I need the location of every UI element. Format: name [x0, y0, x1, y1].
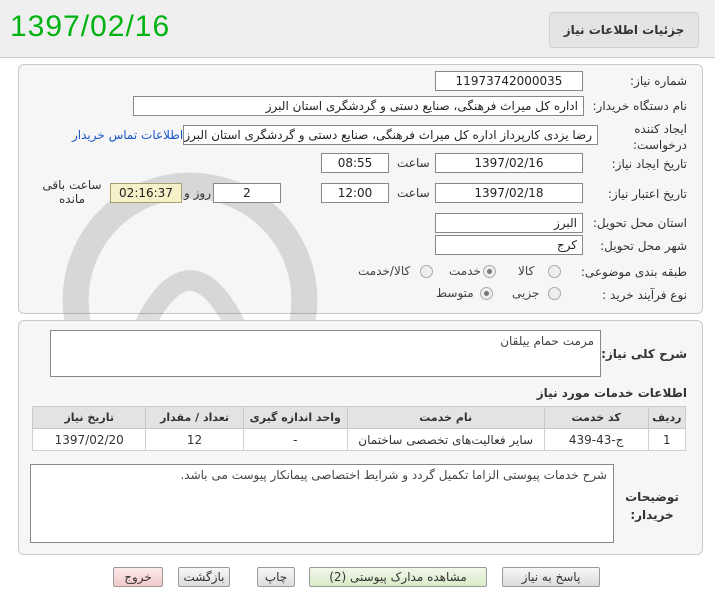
page-header: 1397/02/16 جزئیات اطلاعات نیاز [0, 0, 715, 58]
created-date-field: 1397/02/16 [435, 153, 583, 173]
creator-field: رضا یزدی کارپرداز اداره کل میراث فرهنگی،… [183, 125, 598, 145]
date-stamp: 1397/02/16 [10, 10, 171, 43]
validity-time-label: ساعت [397, 186, 430, 200]
row-qty: 12 [145, 428, 244, 451]
table-header-row: ردیف کد خدمت نام خدمت واحد اندازه گیری ت… [31, 406, 687, 429]
row-code: ج-43-439 [543, 428, 649, 451]
summary-field: مرمت حمام ییلقان [50, 330, 601, 377]
col-date: تاریخ نیاز [31, 406, 147, 429]
need-number-field: 1197374200003​5 [435, 71, 583, 91]
category-goods-text: کالا [518, 264, 535, 278]
buyer-contact-link[interactable]: اطلاعات تماس خریدار [72, 128, 183, 142]
city-label: شهر محل تحویل: [600, 239, 687, 253]
validity-date-label: تاریخ اعتبار نیاز: [607, 187, 687, 201]
col-unit: واحد اندازه گیری [242, 406, 348, 429]
services-table: ردیف کد خدمت نام خدمت واحد اندازه گیری ت… [31, 406, 687, 451]
category-service-radio[interactable] [483, 265, 496, 278]
col-code: کد خدمت [543, 406, 649, 429]
notes-label: توضیحات خریدار: [625, 490, 679, 522]
created-time-field: 08:55 [321, 153, 389, 173]
row-unit: - [242, 428, 348, 451]
category-service-text: خدمت [449, 264, 481, 278]
view-attachments-button[interactable]: مشاهده مدارک پیوستی (2) [309, 567, 487, 587]
days-label: روز و [184, 186, 211, 200]
col-name: نام خدمت [346, 406, 545, 429]
buyer-field: اداره کل میراث فرهنگی، صنایع دستی و گردش… [133, 96, 584, 116]
city-field: کرج [435, 235, 583, 255]
page-title: جزئیات اطلاعات نیاز [549, 12, 699, 48]
buyer-label: نام دستگاه خریدار: [592, 99, 688, 113]
table-row: 1 ج-43-439 سایر فعالیت‌های تخصصی ساختمان… [31, 428, 687, 451]
remaining-days-field: 2 [213, 183, 281, 203]
process-label: نوع فرآیند خرید : [602, 288, 687, 302]
row-date: 1397/02/20 [31, 428, 147, 451]
category-both-text: کالا/خدمت [358, 264, 411, 278]
col-qty: تعداد / مقدار [145, 406, 244, 429]
remaining-label: ساعت باقی مانده [42, 178, 102, 206]
created-time-label: ساعت [397, 156, 430, 170]
row-name: سایر فعالیت‌های تخصصی ساختمان [346, 428, 545, 451]
back-button[interactable]: بازگشت [178, 567, 230, 587]
reply-button[interactable]: پاسخ به نیاز [502, 567, 600, 587]
creator-label: ایجاد کننده درخواست: [633, 122, 687, 152]
process-medium-radio[interactable] [480, 287, 493, 300]
remaining-time-field: 02:16:37 [110, 183, 182, 203]
notes-field: شرح خدمات پیوستی الزاما تکمیل گردد و شرا… [30, 464, 614, 543]
category-goods-radio[interactable] [548, 265, 561, 278]
category-label: طبقه بندی موضوعی: [580, 265, 687, 279]
validity-time-field: 12:00 [321, 183, 389, 203]
province-label: استان محل تحویل: [592, 216, 687, 230]
services-title: اطلاعات خدمات مورد نیاز [536, 386, 687, 400]
created-date-label: تاریخ ایجاد نیاز: [611, 157, 687, 171]
exit-button[interactable]: خروج [113, 567, 163, 587]
validity-date-field: 1397/02/18 [435, 183, 583, 203]
row-index: 1 [647, 428, 687, 451]
need-number-label: شماره نیاز: [630, 74, 687, 88]
process-minor-radio[interactable] [548, 287, 561, 300]
category-both-radio[interactable] [420, 265, 433, 278]
province-field: البرز [435, 213, 583, 233]
process-minor-text: جزیی [512, 286, 540, 300]
print-button[interactable]: چاپ [257, 567, 295, 587]
process-medium-text: متوسط [436, 286, 474, 300]
summary-label: شرح کلی نیاز: [601, 347, 687, 361]
col-index: ردیف [647, 406, 687, 429]
